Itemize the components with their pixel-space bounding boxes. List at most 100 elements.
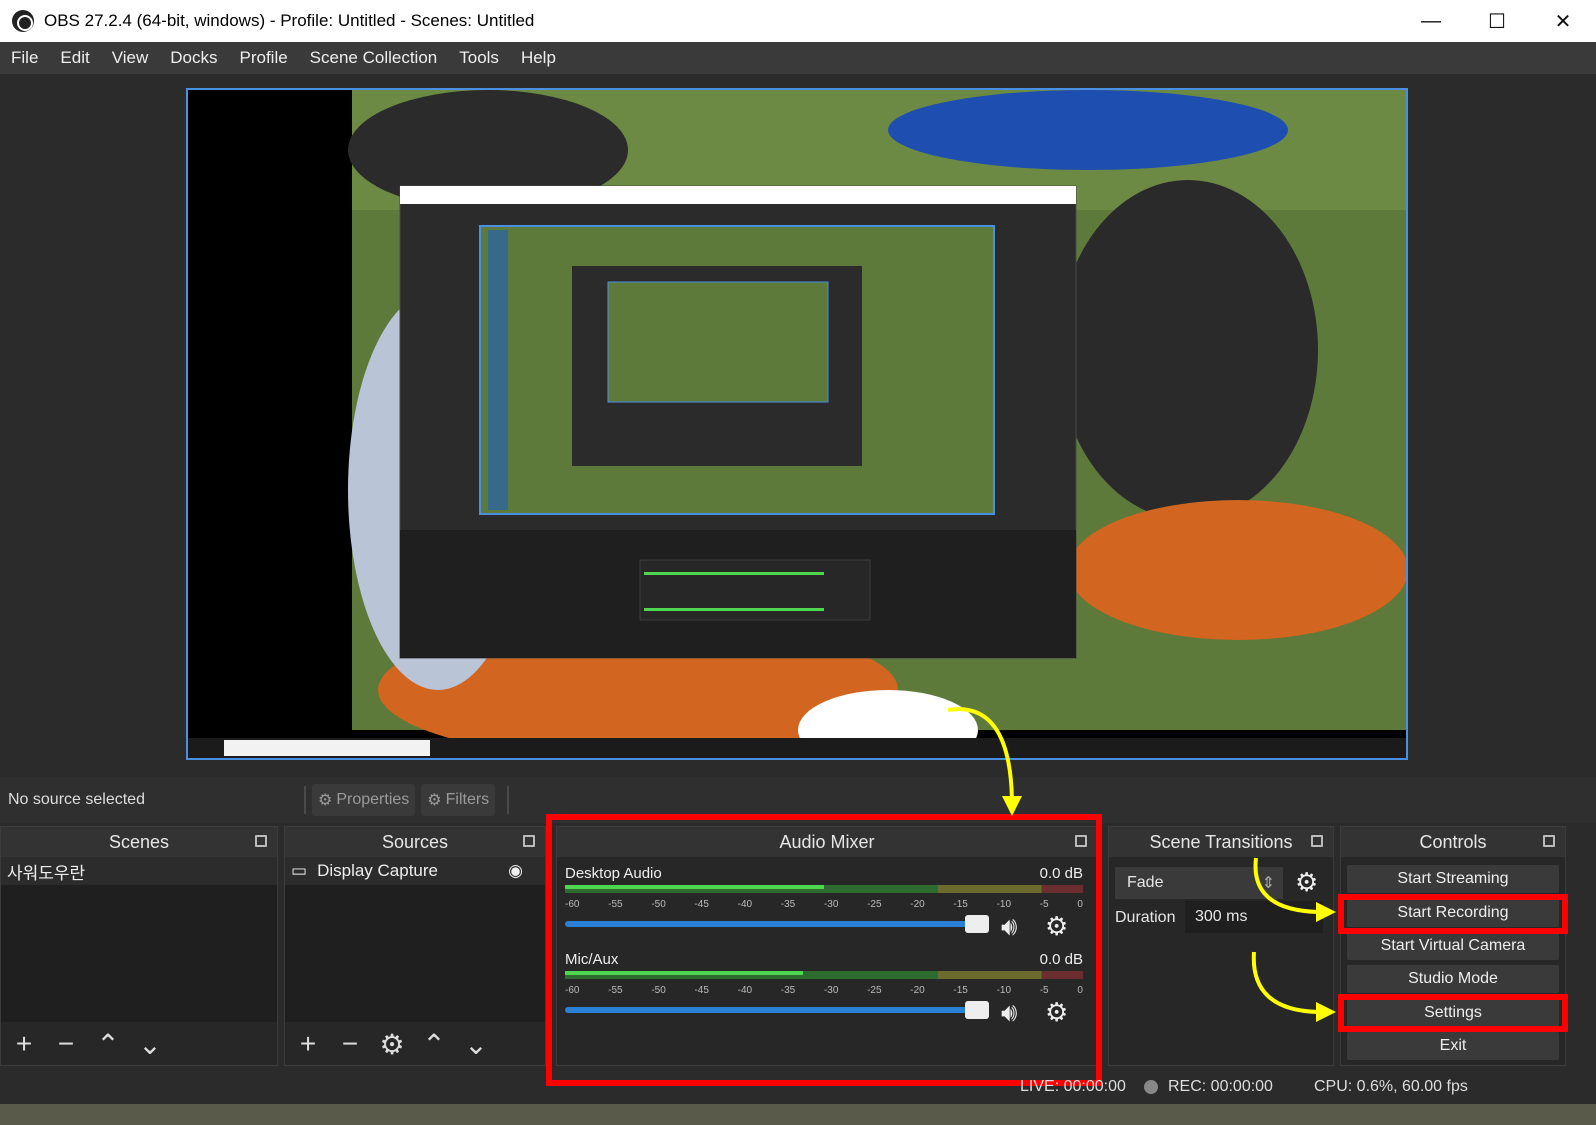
scene-transitions-header: Scene Transitions — [1109, 827, 1333, 857]
move-down-icon[interactable]: ⌄ — [137, 1028, 163, 1061]
list-item[interactable]: 사워도우란 — [1, 857, 277, 885]
menu-bar: File Edit View Docks Profile Scene Colle… — [0, 42, 1596, 74]
minimize-button[interactable]: — — [1398, 0, 1464, 42]
volume-meter — [565, 971, 1083, 979]
filters-button[interactable]: ⚙ Filters — [421, 784, 496, 816]
tick-label: -20 — [910, 985, 925, 996]
start-virtual-camera-button[interactable]: Start Virtual Camera — [1347, 932, 1559, 960]
menu-edit[interactable]: Edit — [49, 48, 100, 68]
tick-label: -20 — [910, 899, 925, 910]
taskbar-strip — [0, 1104, 1596, 1125]
tick-label: -25 — [867, 985, 882, 996]
remove-icon[interactable]: − — [337, 1028, 363, 1060]
tick-label: -40 — [737, 985, 753, 996]
eye-icon[interactable]: ◉ — [508, 861, 523, 881]
undock-icon[interactable] — [523, 835, 535, 847]
remove-icon[interactable]: − — [53, 1028, 79, 1060]
meter-ticks: -60 -55 -50 -45 -40 -35 -30 -25 -20 -15 … — [565, 985, 1083, 997]
add-icon[interactable]: + — [11, 1028, 37, 1060]
channel-db: 0.0 dB — [1039, 865, 1083, 882]
volume-meter — [565, 885, 1083, 893]
source-name: Display Capture — [317, 861, 439, 880]
rec-status: REC: 00:00:00 — [1144, 1078, 1273, 1096]
exit-button[interactable]: Exit — [1347, 1032, 1559, 1060]
sources-header: Sources — [285, 827, 545, 857]
tick-label: -30 — [823, 985, 839, 996]
duration-label: Duration — [1115, 909, 1176, 926]
menu-profile[interactable]: Profile — [228, 48, 298, 68]
tick-label: -55 — [608, 899, 623, 910]
tick-label: -60 — [565, 985, 580, 996]
slider-handle[interactable] — [965, 915, 989, 933]
tick-label: 0 — [1077, 985, 1083, 996]
volume-slider[interactable] — [565, 915, 989, 933]
move-up-icon[interactable]: ⌃ — [95, 1028, 121, 1061]
monitor-icon: ▭ — [291, 861, 308, 880]
audio-mixer-dock: Audio Mixer Desktop Audio 0.0 dB -60 -55… — [556, 826, 1098, 1066]
gear-icon[interactable]: ⚙ — [1295, 867, 1318, 898]
preview-area — [0, 74, 1596, 774]
speaker-icon[interactable]: 🔊︎ — [1001, 911, 1017, 943]
slider-handle[interactable] — [965, 1001, 989, 1019]
desktop-audio-channel: Desktop Audio 0.0 dB -60 -55 -50 -45 -40… — [565, 865, 1083, 949]
filters-label: Filters — [445, 791, 490, 808]
tick-label: -55 — [608, 985, 623, 996]
duration-value: 300 ms — [1195, 908, 1248, 925]
controls-dock: Controls Start Streaming Start Recording… — [1340, 826, 1566, 1066]
cpu-status: CPU: 0.6%, 60.00 fps — [1314, 1078, 1468, 1095]
tick-label: -25 — [867, 899, 882, 910]
undock-icon[interactable] — [1543, 835, 1555, 847]
tick-label: -35 — [780, 899, 796, 910]
channel-name: Desktop Audio — [565, 865, 662, 882]
sources-list: ▭ Display Capture ◉ — [285, 857, 545, 1022]
start-streaming-button[interactable]: Start Streaming — [1347, 865, 1559, 893]
meter-level — [565, 971, 804, 975]
move-up-icon[interactable]: ⌃ — [421, 1028, 447, 1061]
no-source-label: No source selected — [8, 791, 145, 808]
menu-scene-collection[interactable]: Scene Collection — [299, 48, 449, 68]
undock-icon[interactable] — [255, 835, 267, 847]
preview-canvas[interactable] — [186, 88, 1408, 760]
transition-value: Fade — [1127, 874, 1164, 891]
studio-mode-button[interactable]: Studio Mode — [1347, 965, 1559, 993]
gear-icon[interactable]: ⚙ — [1045, 997, 1068, 1028]
audio-mixer-header: Audio Mixer — [557, 827, 1097, 857]
menu-tools[interactable]: Tools — [448, 48, 510, 68]
properties-button[interactable]: ⚙ Properties — [312, 784, 416, 816]
maximize-button[interactable]: ☐ — [1464, 0, 1530, 42]
tick-label: -30 — [823, 899, 839, 910]
settings-button[interactable]: Settings — [1347, 999, 1559, 1027]
add-icon[interactable]: + — [295, 1028, 321, 1060]
gear-icon[interactable]: ⚙ — [379, 1028, 405, 1061]
duration-input[interactable]: 300 ms — [1185, 901, 1323, 933]
list-item[interactable]: ▭ Display Capture ◉ — [285, 857, 545, 885]
tick-label: -5 — [1039, 899, 1049, 910]
status-bar: LIVE: 00:00:00 REC: 00:00:00 CPU: 0.6%, … — [0, 1072, 1596, 1106]
scenes-header: Scenes — [1, 827, 277, 857]
tick-label: -50 — [651, 899, 666, 910]
tick-label: -10 — [996, 985, 1012, 996]
controls-title: Controls — [1419, 831, 1487, 852]
transition-select[interactable]: Fade ⇕ — [1115, 867, 1283, 899]
menu-docks[interactable]: Docks — [159, 48, 228, 68]
volume-slider[interactable] — [565, 1001, 989, 1019]
gear-icon[interactable]: ⚙ — [1045, 911, 1068, 942]
tick-label: -60 — [565, 899, 580, 910]
menu-help[interactable]: Help — [510, 48, 567, 68]
window-title: OBS 27.2.4 (64-bit, windows) - Profile: … — [44, 11, 535, 30]
tick-label: -5 — [1039, 985, 1049, 996]
channel-name: Mic/Aux — [565, 951, 619, 968]
undock-icon[interactable] — [1311, 835, 1323, 847]
menu-file[interactable]: File — [0, 48, 49, 68]
meter-level — [565, 885, 824, 889]
menu-view[interactable]: View — [101, 48, 160, 68]
title-bar: OBS 27.2.4 (64-bit, windows) - Profile: … — [0, 0, 1596, 42]
undock-icon[interactable] — [1075, 835, 1087, 847]
tick-label: -35 — [780, 985, 796, 996]
move-down-icon[interactable]: ⌄ — [463, 1028, 489, 1061]
start-recording-button[interactable]: Start Recording — [1347, 899, 1559, 927]
speaker-icon[interactable]: 🔊︎ — [1001, 997, 1017, 1029]
source-toolbar: No source selected ⚙ Properties ⚙ Filter… — [0, 777, 1596, 823]
scene-transitions-title: Scene Transitions — [1149, 831, 1293, 852]
close-button[interactable]: ✕ — [1530, 0, 1596, 42]
